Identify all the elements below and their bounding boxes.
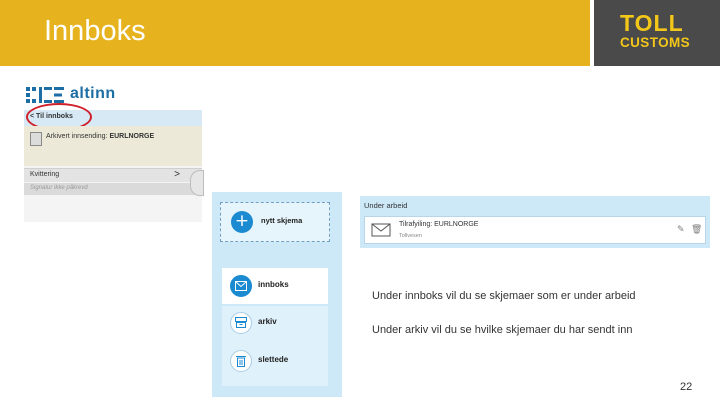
sidebar-list: arkiv slettede bbox=[222, 306, 328, 386]
archive-icon bbox=[230, 312, 252, 334]
sidebar-item-label: slettede bbox=[258, 355, 289, 364]
signature-row: Signatur ikke påkrevd bbox=[24, 183, 202, 195]
archived-prefix: Arkivert innsending: bbox=[46, 133, 108, 140]
logo-line-customs: CUSTOMS bbox=[620, 35, 691, 50]
under-arbeid-screenshot: Under arbeid Tilrafyiling: EURLNORGE Tol… bbox=[360, 196, 710, 248]
altinn-mark-icon bbox=[26, 87, 64, 103]
side-tab bbox=[190, 170, 204, 196]
sidebar-item-arkiv[interactable]: arkiv bbox=[222, 306, 328, 342]
sidebar-item-label: innboks bbox=[258, 280, 289, 289]
trash-icon bbox=[230, 350, 252, 372]
document-icon bbox=[30, 132, 42, 146]
title-bar: Innboks bbox=[0, 0, 590, 66]
archived-submission-row[interactable]: Arkivert innsending: EURLNORGE bbox=[24, 126, 202, 166]
bullet-arkiv: Under arkiv vil du se hvilke skjemaer du… bbox=[372, 324, 633, 336]
chevron-right-icon: > bbox=[174, 169, 180, 180]
inbox-sidebar-screenshot: + nytt skjema innboks arkiv slettede bbox=[212, 192, 342, 397]
archived-doc-name: EURLNORGE bbox=[109, 133, 155, 140]
work-item-owner: Tollvesen bbox=[399, 233, 422, 239]
under-arbeid-title: Under arbeid bbox=[364, 201, 408, 210]
toll-customs-logo: TOLL CUSTOMS bbox=[594, 0, 720, 66]
sidebar-item-label: arkiv bbox=[258, 317, 277, 326]
altinn-wordmark: altinn bbox=[70, 85, 116, 102]
work-item-name: Tilrafyiling: EURLNORGE bbox=[399, 221, 479, 228]
envelope-icon bbox=[371, 223, 391, 237]
logo-line-toll: TOLL bbox=[620, 10, 684, 36]
work-in-progress-item[interactable]: Tilrafyiling: EURLNORGE Tollvesen ✎ 🗑 bbox=[364, 216, 706, 244]
plus-icon: + bbox=[231, 211, 253, 233]
envelope-icon bbox=[230, 275, 252, 297]
slide-title: Innboks bbox=[44, 15, 146, 47]
receipt-row[interactable]: Kvittering > bbox=[24, 168, 202, 182]
page-number: 22 bbox=[680, 381, 693, 393]
trash-icon[interactable]: 🗑 bbox=[691, 225, 702, 235]
bullet-innboks: Under innboks vil du se skjemaer som er … bbox=[372, 290, 636, 302]
slide-header: Innboks TOLL CUSTOMS bbox=[0, 0, 720, 66]
archived-submission-text: Arkivert innsending: EURLNORGE bbox=[46, 133, 154, 140]
new-form-label: nytt skjema bbox=[261, 216, 303, 225]
altinn-logo: altinn bbox=[26, 84, 116, 104]
edit-icon[interactable]: ✎ bbox=[677, 225, 685, 235]
altinn-archive-screenshot: < Til innboks Arkivert innsending: EURLN… bbox=[24, 103, 202, 222]
signature-note: Signatur ikke påkrevd bbox=[30, 185, 88, 191]
new-form-card[interactable]: + nytt skjema bbox=[220, 202, 330, 242]
sidebar-item-innboks[interactable]: innboks bbox=[222, 268, 328, 304]
receipt-label: Kvittering bbox=[30, 171, 60, 178]
sidebar-item-slettede[interactable]: slettede bbox=[222, 344, 328, 380]
